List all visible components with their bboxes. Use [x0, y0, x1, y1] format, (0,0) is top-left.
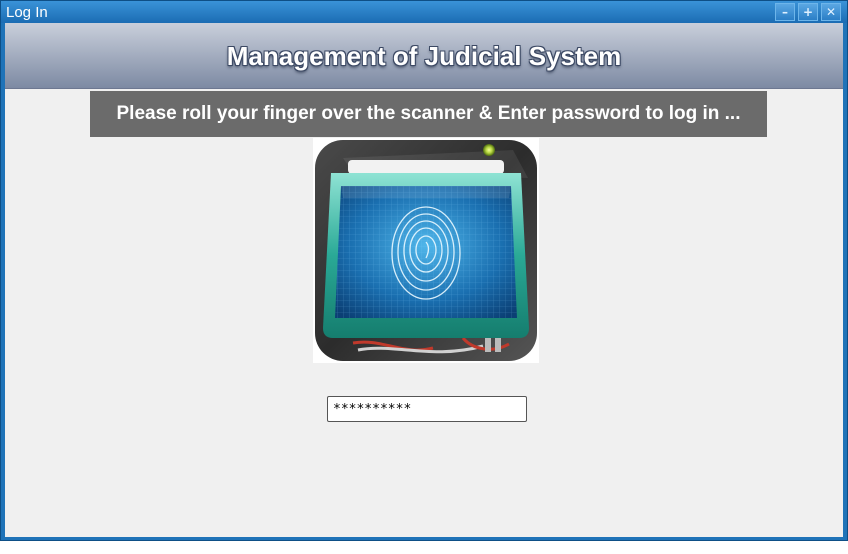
close-button[interactable]: ✕	[821, 3, 841, 21]
minimize-button[interactable]: –	[775, 3, 795, 21]
maximize-button[interactable]: +	[798, 3, 818, 21]
content-panel: Management of Judicial System Please rol…	[5, 23, 843, 537]
fingerprint-scanner-icon	[313, 138, 539, 363]
instruction-banner: Please roll your finger over the scanner…	[90, 91, 767, 137]
app-header: Management of Judicial System	[5, 23, 843, 89]
instruction-text: Please roll your finger over the scanner…	[116, 103, 741, 124]
login-window: Log In – + ✕ Management of Judicial Syst…	[0, 0, 848, 541]
title-bar[interactable]: Log In – + ✕	[1, 1, 847, 23]
window-title: Log In	[6, 4, 48, 21]
password-field[interactable]	[327, 396, 527, 422]
app-title: Management of Judicial System	[226, 41, 622, 71]
